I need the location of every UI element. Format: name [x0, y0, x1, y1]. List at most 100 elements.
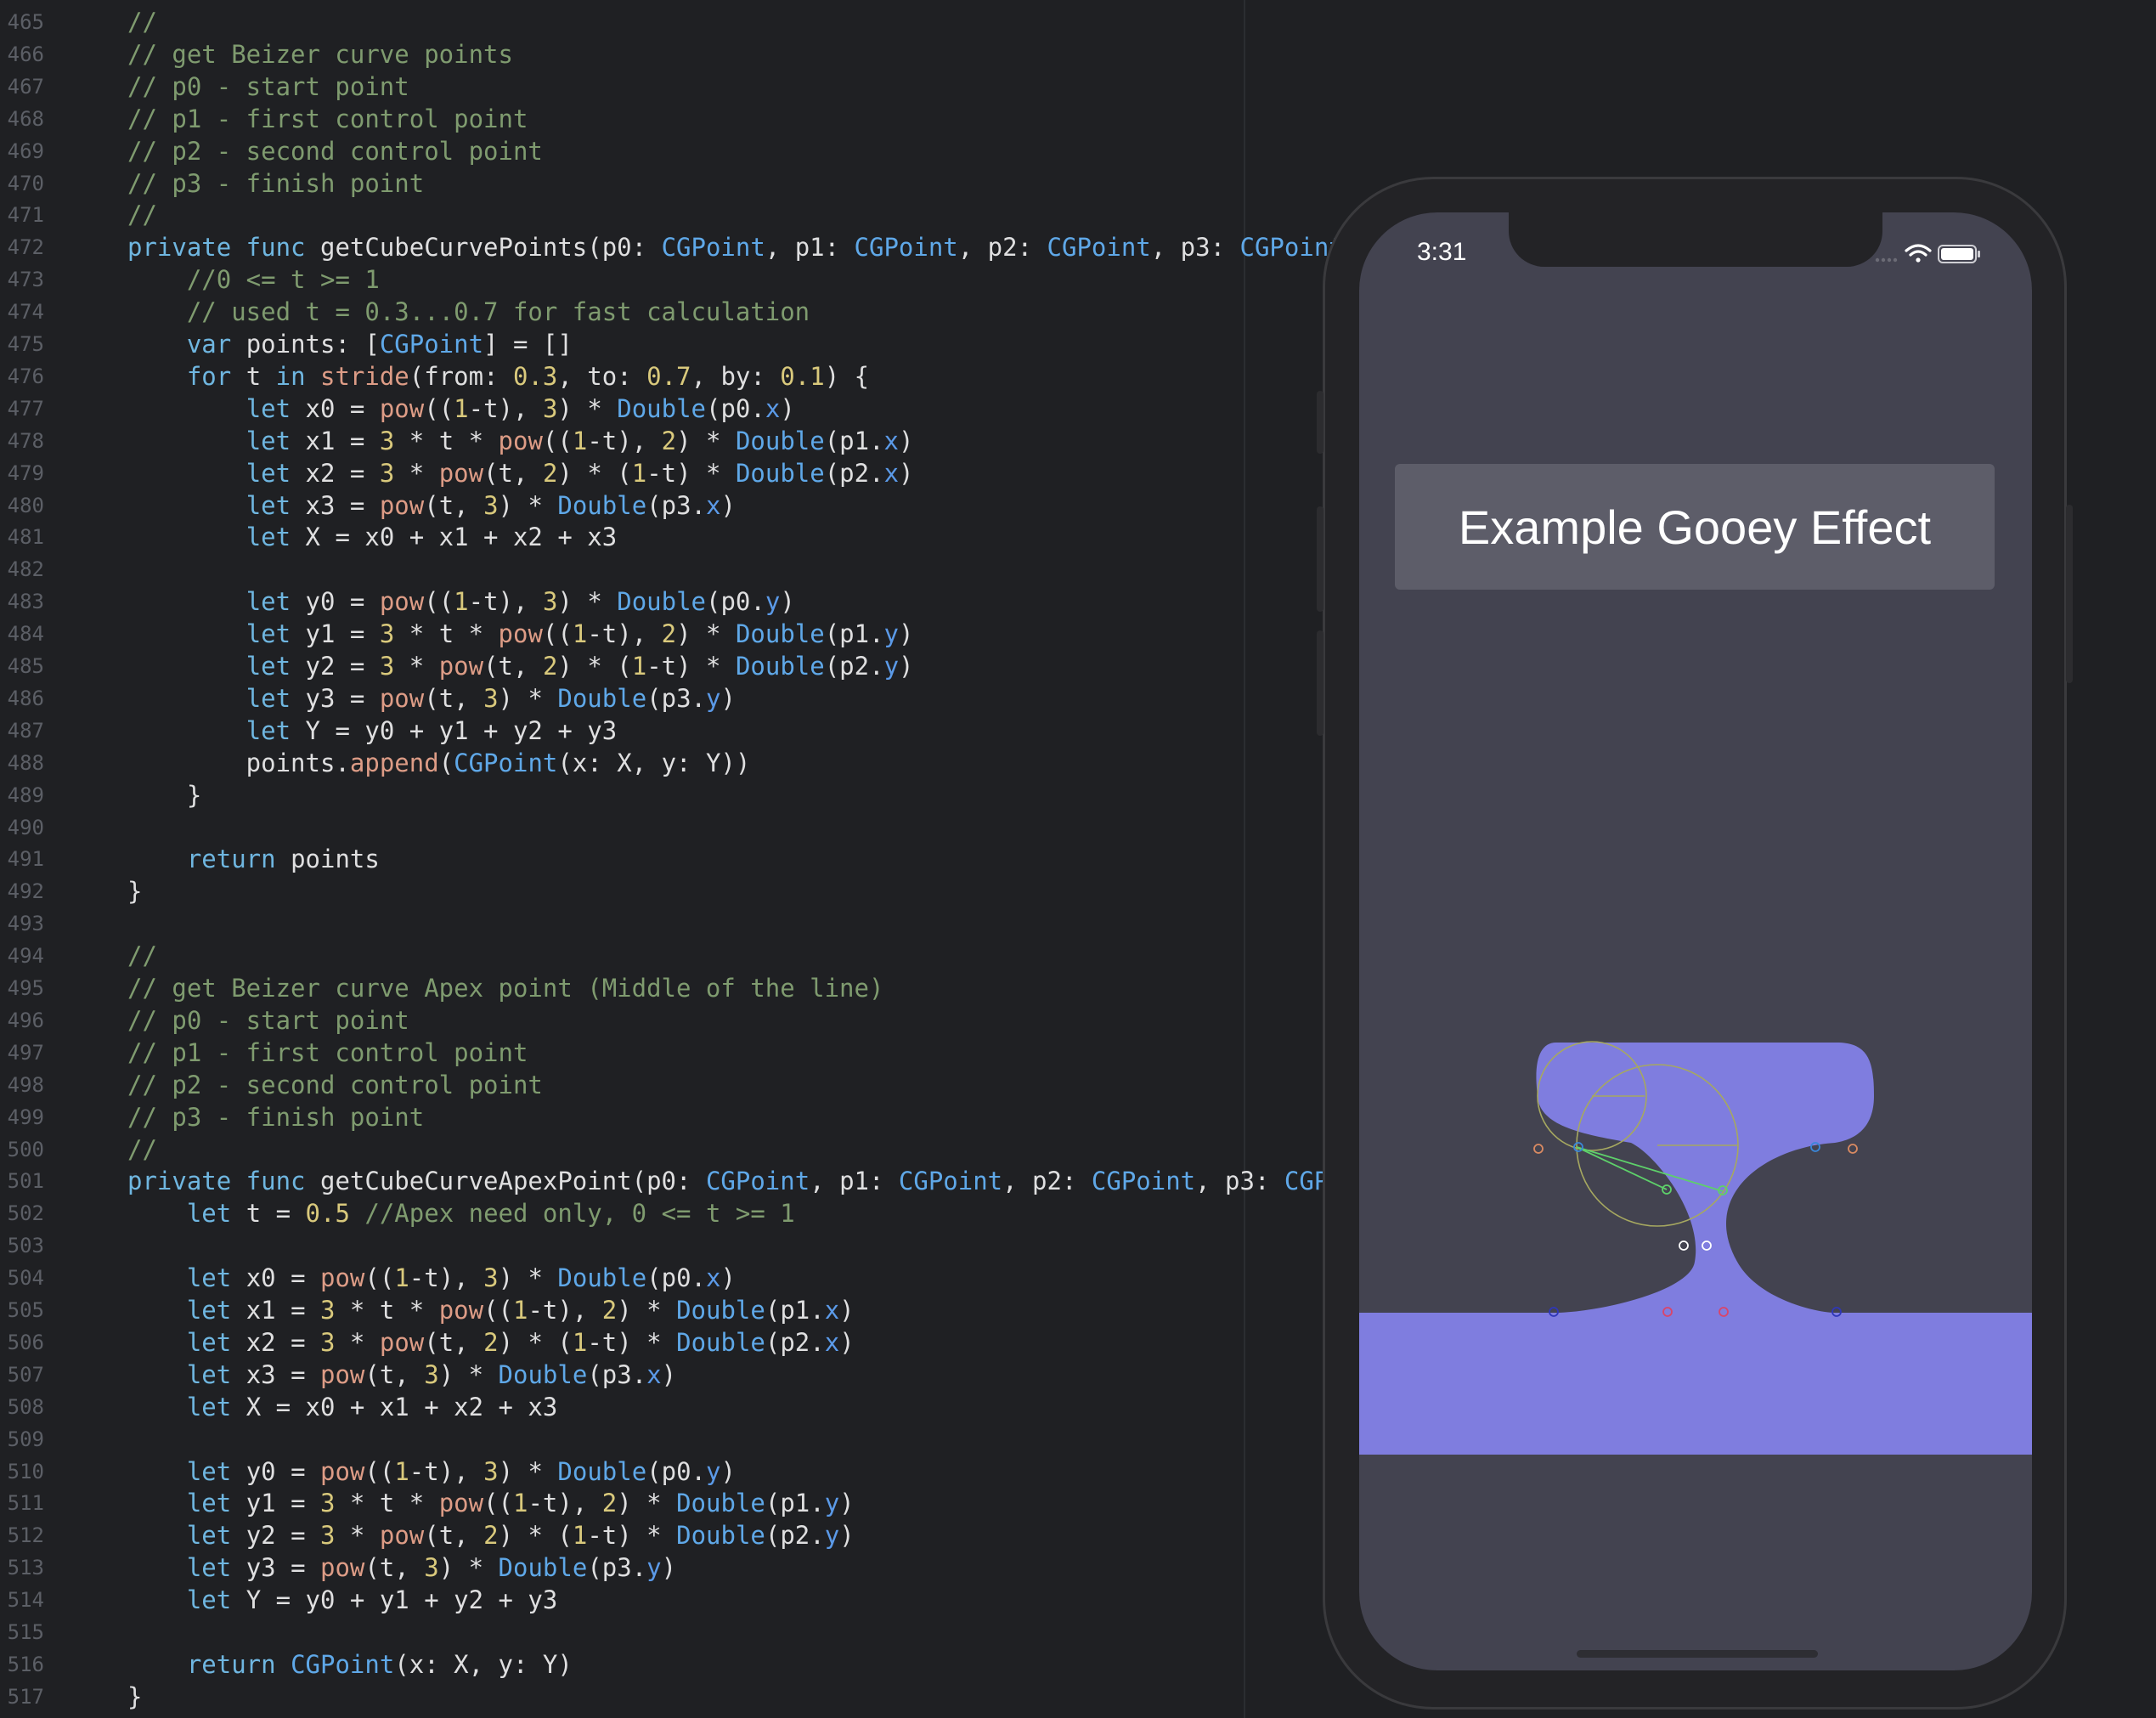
- code-line[interactable]: let x3 = pow(t, 3) * Double(p3.x): [127, 489, 736, 522]
- code-line[interactable]: let y0 = pow((1-t), 3) * Double(p0.y): [127, 1455, 736, 1488]
- code-token: 1: [454, 587, 469, 616]
- line-number: 469: [7, 139, 44, 163]
- code-token: 2: [483, 1328, 499, 1357]
- code-token: x3 =: [305, 491, 380, 520]
- code-line[interactable]: // p0 - start point: [127, 71, 409, 103]
- code-line[interactable]: let x0 = pow((1-t), 3) * Double(p0.x): [127, 1262, 736, 1294]
- code-token: -t),: [587, 427, 662, 455]
- home-indicator[interactable]: [1577, 1650, 1818, 1658]
- code-line[interactable]: let x1 = 3 * t * pow((1-t), 2) * Double(…: [127, 425, 914, 457]
- code-line[interactable]: //: [127, 6, 157, 38]
- code-line[interactable]: // used t = 0.3...0.7 for fast calculati…: [127, 296, 810, 328]
- code-token: y: [706, 684, 721, 713]
- code-line[interactable]: return points: [127, 843, 380, 875]
- code-line[interactable]: let y3 = pow(t, 3) * Double(p3.y): [127, 682, 736, 715]
- code-token: Double: [676, 1328, 765, 1357]
- code-token: 1: [572, 427, 588, 455]
- code-token: ): [839, 1328, 855, 1357]
- code-token: (t,: [424, 1521, 484, 1550]
- code-line[interactable]: // p3 - finish point: [127, 1101, 424, 1133]
- code-line[interactable]: let x2 = 3 * pow(t, 2) * (1-t) * Double(…: [127, 457, 914, 489]
- code-line[interactable]: //0 <= t >= 1: [127, 263, 380, 296]
- code-line[interactable]: private func getCubeCurvePoints(p0: CGPo…: [127, 231, 1344, 263]
- code-line[interactable]: // p1 - first control point: [127, 1037, 528, 1069]
- code-line[interactable]: let x0 = pow((1-t), 3) * Double(p0.x): [127, 393, 795, 425]
- code-line[interactable]: points.append(CGPoint(x: X, y: Y)): [127, 747, 751, 779]
- gooey-effect-canvas[interactable]: [1359, 212, 2032, 1670]
- code-token: ): [899, 427, 914, 455]
- code-line[interactable]: let Y = y0 + y1 + y2 + y3: [127, 715, 618, 747]
- code-token: * t *: [394, 619, 499, 648]
- code-line[interactable]: }: [127, 875, 142, 907]
- code-line[interactable]: let y1 = 3 * t * pow((1-t), 2) * Double(…: [127, 1487, 855, 1519]
- code-line[interactable]: let x1 = 3 * t * pow((1-t), 2) * Double(…: [127, 1294, 855, 1326]
- code-token: }: [127, 1682, 143, 1711]
- code-token: ): [899, 459, 914, 488]
- code-token: ): [780, 587, 795, 616]
- code-token: ): [839, 1296, 855, 1325]
- code-line[interactable]: var points: [CGPoint] = []: [127, 328, 573, 360]
- code-line[interactable]: }: [127, 1681, 142, 1713]
- line-number: 473: [7, 268, 44, 291]
- control-point-white-left: [1679, 1240, 1689, 1251]
- code-token: 3: [483, 684, 499, 713]
- code-token: , p3:: [1150, 233, 1240, 262]
- line-number: 515: [7, 1620, 44, 1644]
- code-line[interactable]: // p2 - second control point: [127, 1069, 543, 1101]
- line-number: 517: [7, 1685, 44, 1709]
- code-line[interactable]: // get Beizer curve points: [127, 38, 513, 71]
- code-line[interactable]: // p0 - start point: [127, 1004, 409, 1037]
- code-token: 0.1: [780, 362, 825, 391]
- code-line[interactable]: for t in stride(from: 0.3, to: 0.7, by: …: [127, 360, 869, 393]
- code-token: , p2:: [957, 233, 1047, 262]
- code-token: (t,: [424, 491, 484, 520]
- code-line[interactable]: //: [127, 1133, 157, 1166]
- code-token: let: [186, 1393, 246, 1421]
- code-line[interactable]: let y2 = 3 * pow(t, 2) * (1-t) * Double(…: [127, 650, 914, 682]
- code-token: (p3.: [646, 684, 706, 713]
- code-line[interactable]: let X = x0 + x1 + x2 + x3: [127, 521, 618, 553]
- code-line[interactable]: // get Beizer curve Apex point (Middle o…: [127, 972, 883, 1004]
- code-token: Y = y0 + y1 + y2 + y3: [305, 716, 618, 745]
- code-line[interactable]: // p3 - finish point: [127, 167, 424, 200]
- code-line[interactable]: // p1 - first control point: [127, 103, 528, 135]
- code-token: private func: [127, 233, 320, 262]
- code-line[interactable]: let y3 = pow(t, 3) * Double(p3.y): [127, 1551, 676, 1584]
- code-token: -t),: [468, 587, 543, 616]
- line-number: 502: [7, 1201, 44, 1225]
- code-line[interactable]: let t = 0.5 //Apex need only, 0 <= t >= …: [127, 1197, 795, 1229]
- code-line[interactable]: //: [127, 199, 157, 231]
- code-token: Double: [676, 1296, 765, 1325]
- code-token: ): [899, 652, 914, 681]
- code-line[interactable]: let Y = y0 + y1 + y2 + y3: [127, 1584, 558, 1616]
- code-line[interactable]: }: [127, 779, 201, 811]
- code-line[interactable]: let x3 = pow(t, 3) * Double(p3.x): [127, 1359, 676, 1391]
- code-line[interactable]: // p2 - second control point: [127, 135, 543, 167]
- code-line[interactable]: let y1 = 3 * t * pow((1-t), 2) * Double(…: [127, 618, 914, 650]
- code-line[interactable]: return CGPoint(x: X, y: Y): [127, 1648, 573, 1681]
- code-token: Double: [617, 587, 707, 616]
- code-token: *: [394, 459, 439, 488]
- code-token: }: [127, 877, 143, 906]
- simulator-screen[interactable]: 3:31 Example Gooey Effect: [1359, 212, 2032, 1670]
- code-line[interactable]: let y2 = 3 * pow(t, 2) * (1-t) * Double(…: [127, 1519, 855, 1551]
- code-token: pow: [438, 1489, 484, 1517]
- code-line[interactable]: private func getCubeCurveApexPoint(p0: C…: [127, 1165, 1344, 1197]
- code-line[interactable]: //: [127, 940, 157, 972]
- code-token: ) *: [498, 1263, 558, 1292]
- code-token: 3: [320, 1328, 336, 1357]
- code-line[interactable]: let x2 = 3 * pow(t, 2) * (1-t) * Double(…: [127, 1326, 855, 1359]
- code-line[interactable]: let X = x0 + x1 + x2 + x3: [127, 1391, 558, 1423]
- code-token: // p2 - second control point: [127, 1071, 543, 1099]
- line-number: 514: [7, 1588, 44, 1612]
- code-token: * t *: [335, 1489, 439, 1517]
- line-number: 513: [7, 1556, 44, 1580]
- code-token: CGPoint: [705, 1167, 810, 1195]
- code-line[interactable]: let y0 = pow((1-t), 3) * Double(p0.y): [127, 585, 795, 618]
- code-token: 3: [379, 619, 395, 648]
